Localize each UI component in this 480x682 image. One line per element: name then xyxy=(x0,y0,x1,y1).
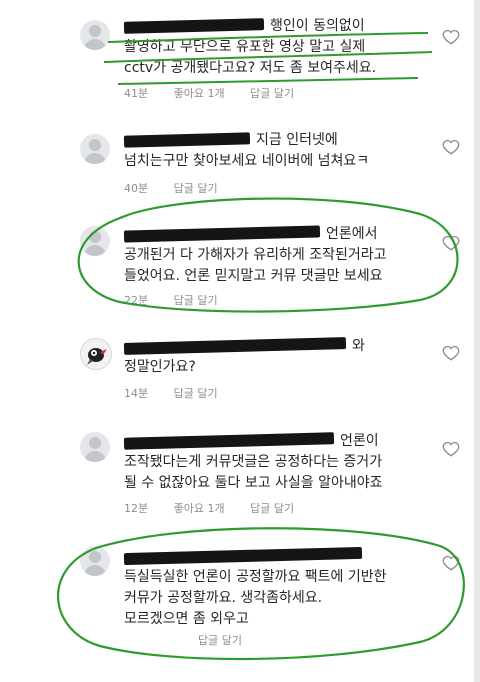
screen-edge xyxy=(474,0,480,682)
heart-outline-icon[interactable] xyxy=(442,28,460,46)
reply-button[interactable]: 답글 달기 xyxy=(174,387,218,400)
comment-text: 지금 인터넷에 넘치는구만 찾아보세요 네이버에 넘쳐요ㅋ xyxy=(123,130,434,172)
comment-line: 조작됐다는게 커뮤댓글은 공정하다는 증거가 xyxy=(124,454,383,470)
comment-line: 지금 인터넷에 xyxy=(256,132,338,148)
comment-time: 41분 xyxy=(124,87,149,100)
redacted-username xyxy=(123,225,321,243)
comment-line: 언론에서 xyxy=(326,226,378,242)
comment-text: 행인이 동의없이 촬영하고 무단으로 유포한 영상 말고 실제 cctv가 공개… xyxy=(123,16,434,79)
comment-line: 될 수 없잖아요 둘다 보고 사실을 알아내야죠 xyxy=(124,475,383,491)
comment-line: 언론이 xyxy=(340,433,379,449)
redacted-username xyxy=(123,546,363,566)
heart-outline-icon[interactable] xyxy=(442,554,460,572)
comment-line: 커뮤가 공정할까요. 생각좀하세요. xyxy=(124,590,323,606)
comment-time: 22분 xyxy=(124,294,149,307)
default-avatar-icon[interactable] xyxy=(80,134,110,164)
comment-text: 와 정말인가요? xyxy=(123,336,434,378)
heart-outline-icon[interactable] xyxy=(442,234,460,252)
like-count[interactable]: 좋아요 1개 xyxy=(174,87,225,100)
like-count[interactable]: 좋아요 1개 xyxy=(174,502,225,515)
default-avatar-icon[interactable] xyxy=(80,546,110,576)
redacted-username xyxy=(123,432,335,450)
heart-outline-icon[interactable] xyxy=(442,440,460,458)
comment-line: 득실득실한 언론이 공정할까요 팩트에 기반한 xyxy=(124,569,387,585)
reply-button[interactable]: 답글 달기 xyxy=(250,502,294,515)
comment-line: 모르겠으면 좀 외우고 xyxy=(124,611,249,627)
comment-time: 14분 xyxy=(124,387,149,400)
reply-button[interactable]: 답글 달기 xyxy=(250,87,294,100)
heart-outline-icon[interactable] xyxy=(442,138,460,156)
reply-button[interactable]: 답글 달기 xyxy=(174,182,218,195)
redacted-username xyxy=(123,337,347,355)
comment-meta: 14분 답글 달기 xyxy=(124,385,240,401)
redacted-username xyxy=(123,132,251,148)
comment-line: 정말인가요? xyxy=(124,359,196,375)
comment-meta: 12분 좋아요 1개 답글 달기 xyxy=(124,500,316,516)
comment-line: 행인이 동의없이 xyxy=(270,18,365,34)
comment-line: 넘치는구만 찾아보세요 네이버에 넘쳐요ㅋ xyxy=(124,153,370,169)
bird-icon xyxy=(87,348,107,365)
reply-button[interactable]: 답글 달기 xyxy=(198,634,242,647)
default-avatar-icon[interactable] xyxy=(80,20,110,50)
comment-meta: 40분 답글 달기 xyxy=(124,180,240,196)
comment-line: 공개된거 다 가해자가 유리하게 조작된거라고 xyxy=(124,247,387,263)
comment-thread: 행인이 동의없이 촬영하고 무단으로 유포한 영상 말고 실제 cctv가 공개… xyxy=(0,0,480,682)
comment-line: cctv가 공개됐다고요? 저도 좀 보여주세요. xyxy=(124,60,377,76)
comment-line: 촬영하고 무단으로 유포한 영상 말고 실제 xyxy=(124,39,366,55)
comment-time: 40분 xyxy=(124,182,149,195)
comment-line: 들었어요. 언론 믿지말고 커뮤 댓글만 보세요 xyxy=(124,268,383,284)
default-avatar-icon[interactable] xyxy=(80,226,110,256)
comment-time: 12분 xyxy=(124,502,149,515)
comment-text: 언론에서 공개된거 다 가해자가 유리하게 조작된거라고 들었어요. 언론 믿지… xyxy=(123,224,434,287)
comment-meta: 41분 좋아요 1개 답글 달기 xyxy=(124,85,316,101)
comment-meta: 22분 답글 달기 xyxy=(124,292,240,308)
comment-line: 와 xyxy=(352,338,365,354)
comment-text: 언론이 조작됐다는게 커뮤댓글은 공정하다는 증거가 될 수 없잖아요 둘다 보… xyxy=(123,431,434,494)
comment-meta: 답글 달기 xyxy=(124,632,264,648)
redacted-username xyxy=(123,18,265,34)
comment-text: 득실득실한 언론이 공정할까요 팩트에 기반한 커뮤가 공정할까요. 생각좀하세… xyxy=(123,546,434,630)
reply-button[interactable]: 답글 달기 xyxy=(174,294,218,307)
heart-outline-icon[interactable] xyxy=(442,344,460,362)
bird-avatar-icon[interactable] xyxy=(80,338,112,370)
default-avatar-icon[interactable] xyxy=(80,432,110,462)
